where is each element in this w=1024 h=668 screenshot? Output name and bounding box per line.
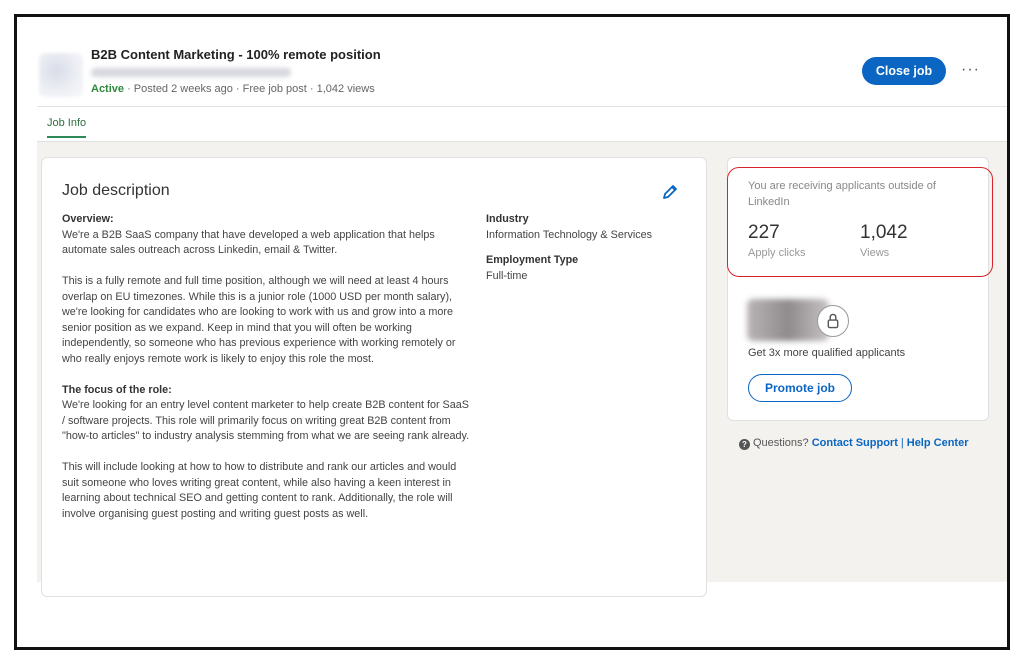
- job-description-text: Overview: We're a B2B SaaS company that …: [62, 212, 472, 538]
- industry-label: Industry: [486, 213, 529, 225]
- focus-paragraph-1: We're looking for an entry level content…: [62, 399, 470, 442]
- help-separator: |: [900, 437, 904, 449]
- company-logo: [39, 53, 83, 97]
- industry-value: Information Technology & Services: [486, 228, 653, 241]
- tab-bar: Job Info: [37, 107, 1007, 139]
- contact-support-link[interactable]: Contact Support: [812, 437, 898, 449]
- focus-title: The focus of the role:: [62, 383, 172, 396]
- focus-paragraph-2: This will include looking at how to how …: [62, 461, 457, 520]
- question-icon: ?: [739, 439, 750, 450]
- views-value: 1,042: [860, 222, 908, 243]
- more-options-icon[interactable]: ···: [961, 61, 980, 79]
- promo-text: Get 3x more qualified applicants: [748, 347, 906, 359]
- applicants-notice: You are receiving applicants outside of …: [748, 180, 936, 208]
- screenshot-frame: B2B Content Marketing - 100% remote posi…: [14, 14, 1010, 650]
- overview-paragraph-2: This is a fully remote and full time pos…: [62, 275, 456, 365]
- tab-job-info[interactable]: Job Info: [47, 117, 87, 138]
- employment-type-value: Full-time: [486, 269, 528, 282]
- job-details: Industry Information Technology & Servic…: [486, 212, 686, 294]
- help-center-link[interactable]: Help Center: [907, 437, 969, 449]
- apply-clicks-value: 227: [748, 222, 780, 243]
- views-label: Views: [860, 247, 890, 259]
- job-description-heading: Job description: [62, 182, 170, 199]
- job-meta: Active · Posted 2 weeks ago · Free job p…: [91, 83, 375, 95]
- status-active: Active: [91, 83, 125, 95]
- lock-icon: [817, 305, 849, 337]
- overview-paragraph-1: We're a B2B SaaS company that have devel…: [62, 228, 435, 257]
- overview-title: Overview:: [62, 213, 114, 225]
- questions-label: Questions?: [753, 437, 809, 449]
- job-title: B2B Content Marketing - 100% remote posi…: [91, 47, 381, 62]
- company-name-redacted: [91, 68, 291, 77]
- promote-job-button[interactable]: Promote job: [748, 374, 852, 402]
- close-job-button[interactable]: Close job: [862, 57, 946, 85]
- job-header: B2B Content Marketing - 100% remote posi…: [17, 17, 1007, 107]
- edit-pencil-icon[interactable]: [660, 182, 680, 202]
- employment-type-label: Employment Type: [486, 254, 579, 266]
- apply-clicks-label: Apply clicks: [748, 247, 806, 259]
- job-description-card: Job description Overview: We're a B2B Sa…: [41, 157, 707, 597]
- help-row: ? Questions? Contact Support | Help Center: [739, 437, 969, 450]
- job-meta-text: · Posted 2 weeks ago · Free job post · 1…: [124, 83, 375, 95]
